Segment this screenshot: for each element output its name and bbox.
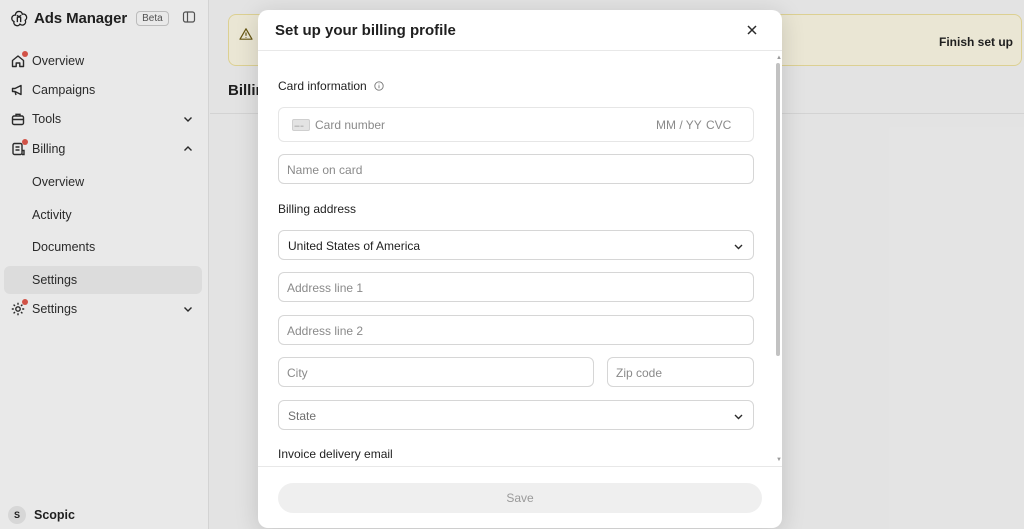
country-value: United States of America — [288, 239, 421, 253]
zip-code-placeholder: Zip code — [616, 366, 663, 380]
address-line-2-field[interactable]: Address line 2 — [278, 315, 754, 345]
address-line-1-field[interactable]: Address line 1 — [278, 272, 754, 302]
city-field[interactable]: City — [278, 357, 594, 387]
dialog-footer: Save — [258, 466, 782, 528]
expiry-input[interactable]: MM / YY — [656, 118, 702, 132]
chevron-down-icon — [734, 414, 743, 420]
info-icon[interactable] — [374, 81, 384, 91]
address-line-1-placeholder: Address line 1 — [287, 281, 364, 295]
invoice-email-label: Invoice delivery email — [278, 447, 393, 461]
dialog-body[interactable]: Card information Card number MM / YY CVC… — [258, 52, 782, 466]
state-select[interactable]: State — [278, 400, 754, 430]
city-placeholder: City — [287, 366, 308, 380]
credit-card-icon — [292, 119, 310, 131]
card-information-text: Card information — [278, 79, 367, 93]
card-information-label: Card information — [278, 79, 384, 93]
name-on-card-placeholder: Name on card — [287, 163, 363, 177]
dialog-header: Set up your billing profile — [258, 10, 782, 51]
billing-profile-dialog: Set up your billing profile Card informa… — [258, 10, 782, 528]
scroll-up-arrow-icon[interactable]: ▲ — [776, 55, 782, 61]
scrollbar-thumb[interactable] — [776, 63, 780, 356]
country-select[interactable]: United States of America — [278, 230, 754, 260]
cvc-input[interactable]: CVC — [706, 118, 731, 132]
card-number-input[interactable]: Card number — [315, 118, 385, 132]
state-placeholder: State — [288, 409, 317, 423]
billing-address-label: Billing address — [278, 202, 357, 216]
chevron-down-icon — [734, 244, 743, 250]
dialog-scrollbar[interactable]: ▲ ▼ — [776, 55, 782, 464]
name-on-card-field[interactable]: Name on card — [278, 154, 754, 184]
scroll-down-arrow-icon[interactable]: ▼ — [776, 457, 782, 463]
address-line-2-placeholder: Address line 2 — [287, 324, 364, 338]
card-details-field[interactable]: Card number MM / YY CVC — [278, 107, 754, 142]
save-button[interactable]: Save — [278, 483, 762, 513]
close-icon[interactable] — [746, 24, 758, 36]
zip-code-field[interactable]: Zip code — [607, 357, 754, 387]
dialog-title: Set up your billing profile — [275, 22, 456, 39]
